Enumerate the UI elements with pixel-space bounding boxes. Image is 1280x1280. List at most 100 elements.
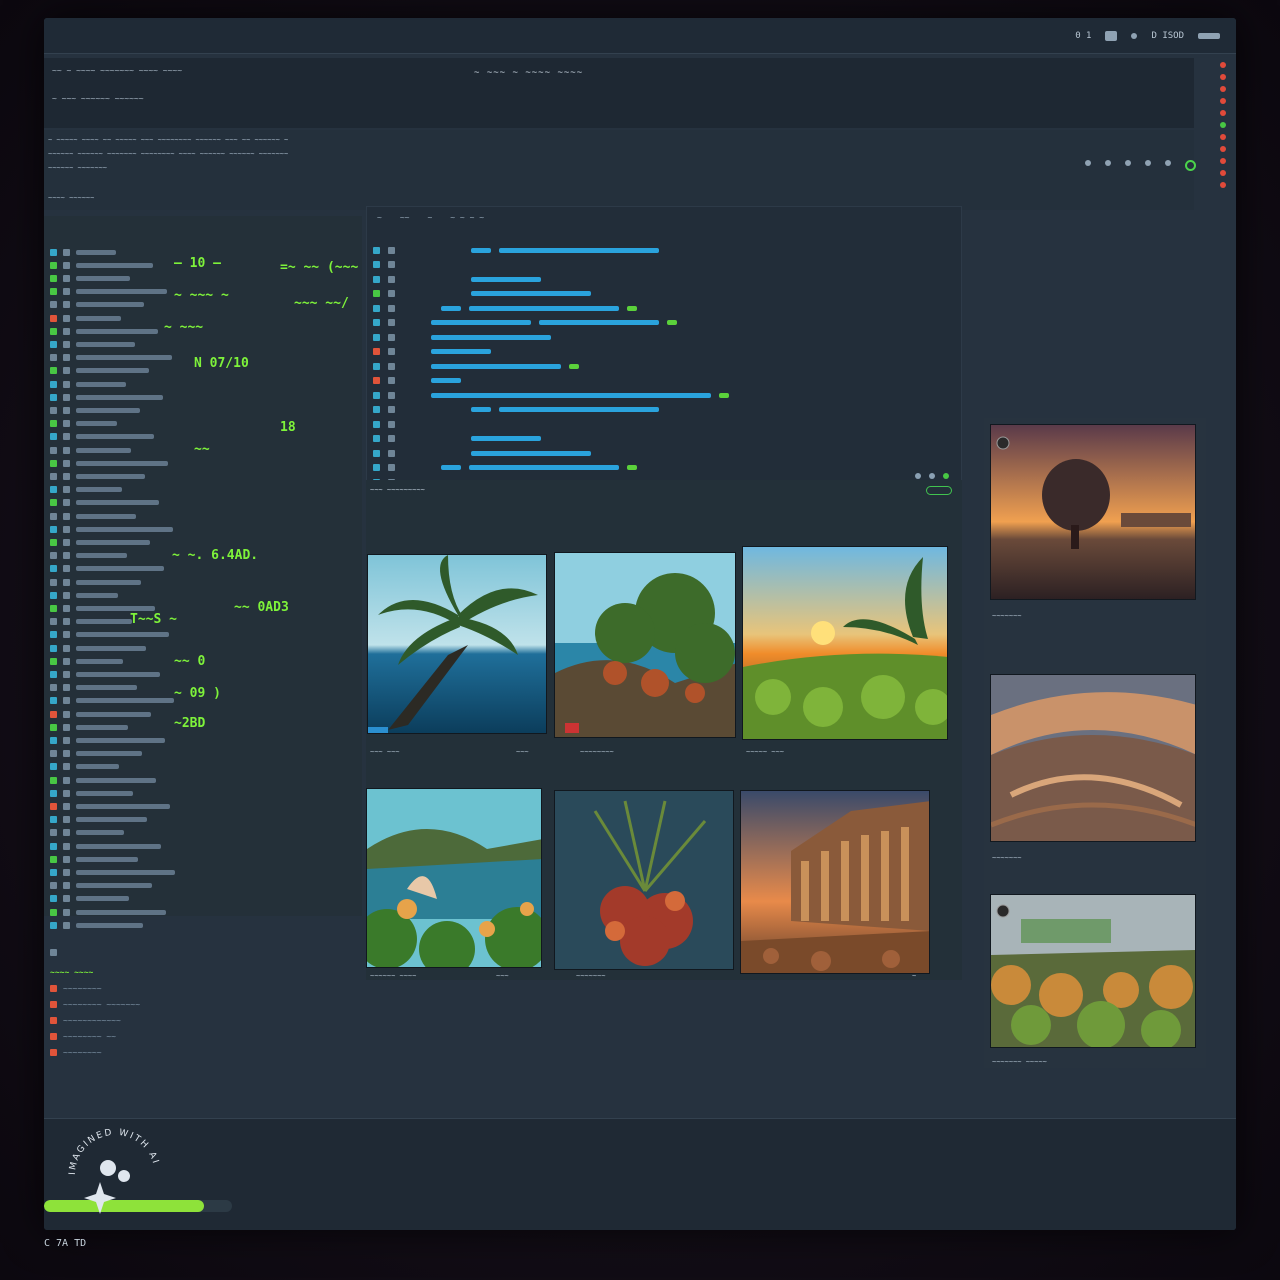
file-tree-item[interactable]: [50, 800, 170, 812]
file-tree-item[interactable]: [50, 748, 142, 760]
code-line[interactable]: [373, 405, 659, 415]
file-tree-item[interactable]: [50, 378, 126, 390]
gallery-thumb-sunset-field[interactable]: [742, 546, 948, 740]
code-line[interactable]: [373, 434, 541, 444]
alert-dot-icon[interactable]: [1220, 110, 1226, 116]
file-tree-item[interactable]: [50, 827, 124, 839]
code-line[interactable]: [373, 448, 591, 458]
alert-dot-icon[interactable]: [1220, 74, 1226, 80]
code-line[interactable]: [373, 289, 591, 299]
alert-dot-icon[interactable]: [1220, 170, 1226, 176]
code-line[interactable]: [373, 318, 677, 328]
footer-dot-icon[interactable]: [943, 473, 949, 479]
file-tree-item[interactable]: [50, 708, 151, 720]
file-tree-item[interactable]: [50, 629, 169, 641]
file-tree-item[interactable]: [50, 286, 167, 298]
file-tree-item[interactable]: [50, 312, 121, 324]
file-tree-item[interactable]: [50, 642, 146, 654]
gallery-thumb-lagoon-flowers[interactable]: [366, 788, 542, 968]
code-line[interactable]: [373, 361, 579, 371]
preview-canyon[interactable]: [990, 674, 1196, 842]
file-tree-item[interactable]: [50, 616, 132, 628]
file-tree-item[interactable]: [50, 470, 145, 482]
file-tree-item[interactable]: [50, 457, 168, 469]
file-tree-item[interactable]: [50, 563, 164, 575]
file-tree-item[interactable]: [50, 576, 141, 588]
file-tree-item[interactable]: [50, 484, 122, 496]
file-tree-item[interactable]: [50, 431, 154, 443]
file-tree-item[interactable]: [50, 510, 136, 522]
alert-dot-icon[interactable]: [1220, 134, 1226, 140]
gallery-thumb-red-plant[interactable]: [554, 790, 734, 970]
file-tree-item[interactable]: [50, 391, 163, 403]
tab-item[interactable]: ~: [427, 213, 432, 222]
gallery-thumb-temple-ruins[interactable]: [740, 790, 930, 974]
window-controls-icon[interactable]: [1198, 32, 1220, 39]
alert-dot-icon[interactable]: [1220, 86, 1226, 92]
file-tree-item[interactable]: [50, 352, 172, 364]
output-row[interactable]: ~~~~ ~~~~: [50, 966, 93, 978]
menu-line-2[interactable]: ~ ~~~ ~~~~~~ ~~~~~~: [52, 94, 144, 103]
dot-icon[interactable]: [1131, 32, 1138, 39]
file-tree-item[interactable]: [50, 497, 159, 509]
tab-item[interactable]: ~~: [400, 213, 410, 222]
file-tree-item[interactable]: [50, 734, 165, 746]
alert-dot-icon[interactable]: [1220, 98, 1226, 104]
file-tree-item[interactable]: [50, 589, 118, 601]
file-tree-item[interactable]: [50, 550, 127, 562]
file-tree-item[interactable]: [50, 259, 153, 271]
file-tree-item[interactable]: [50, 299, 144, 311]
tab-item[interactable]: ~ ~ ~ ~: [450, 213, 484, 222]
file-tree-item[interactable]: [50, 853, 138, 865]
code-line[interactable]: [373, 376, 461, 386]
status-ring-icon[interactable]: [1185, 160, 1196, 171]
file-tree-item[interactable]: [50, 906, 166, 918]
file-tree-item[interactable]: [50, 893, 129, 905]
file-tree-item[interactable]: [50, 695, 174, 707]
output-row[interactable]: ~~~~~~~~: [50, 982, 102, 994]
monitor-icon[interactable]: [1105, 30, 1118, 41]
file-tree-item[interactable]: [50, 761, 119, 773]
alert-dot-icon[interactable]: [1220, 182, 1226, 188]
file-tree-item[interactable]: [50, 668, 160, 680]
output-row[interactable]: ~~~~~~~~ ~~: [50, 1030, 116, 1042]
code-line[interactable]: [373, 245, 659, 255]
file-tree-item[interactable]: [50, 325, 158, 337]
preview-forest[interactable]: [990, 894, 1196, 1048]
file-tree-item[interactable]: [50, 774, 156, 786]
file-tree-item[interactable]: [50, 787, 133, 799]
output-row[interactable]: [50, 946, 57, 958]
output-row[interactable]: ~~~~~~~~~~~~: [50, 1014, 121, 1026]
toolbar-dot-icon[interactable]: [1165, 160, 1171, 166]
file-tree-item[interactable]: [50, 418, 117, 430]
alert-dot-icon[interactable]: [1220, 122, 1226, 128]
file-tree-item[interactable]: [50, 866, 175, 878]
file-tree-item[interactable]: [50, 655, 123, 667]
file-tree-item[interactable]: [50, 840, 161, 852]
footer-dot-icon[interactable]: [915, 473, 921, 479]
file-tree-item[interactable]: [50, 404, 140, 416]
code-line[interactable]: [373, 347, 491, 357]
code-line[interactable]: [373, 463, 637, 473]
gallery-thumb-palm-ocean[interactable]: [367, 554, 547, 734]
gallery-thumb-coast-trees[interactable]: [554, 552, 736, 738]
file-tree-item[interactable]: [50, 536, 150, 548]
tab-item[interactable]: ~: [377, 213, 382, 222]
toolbar-dot-icon[interactable]: [1105, 160, 1111, 166]
code-line[interactable]: [373, 332, 551, 342]
toolbar-dot-icon[interactable]: [1085, 160, 1091, 166]
file-tree-item[interactable]: [50, 246, 116, 258]
file-tree-item[interactable]: [50, 365, 149, 377]
output-row[interactable]: ~~~~~~~~: [50, 1046, 102, 1058]
gallery-toggle[interactable]: [926, 486, 952, 495]
file-tree-item[interactable]: [50, 523, 173, 535]
code-line[interactable]: [373, 260, 463, 270]
output-row[interactable]: ~~~~~~~~ ~~~~~~~: [50, 998, 140, 1010]
file-tree-item[interactable]: [50, 602, 155, 614]
toolbar-dot-icon[interactable]: [1125, 160, 1131, 166]
preview-tree-sunset[interactable]: [990, 424, 1196, 600]
code-line[interactable]: [373, 303, 637, 313]
alert-dot-icon[interactable]: [1220, 62, 1226, 68]
footer-dot-icon[interactable]: [929, 473, 935, 479]
file-tree-item[interactable]: [50, 272, 130, 284]
